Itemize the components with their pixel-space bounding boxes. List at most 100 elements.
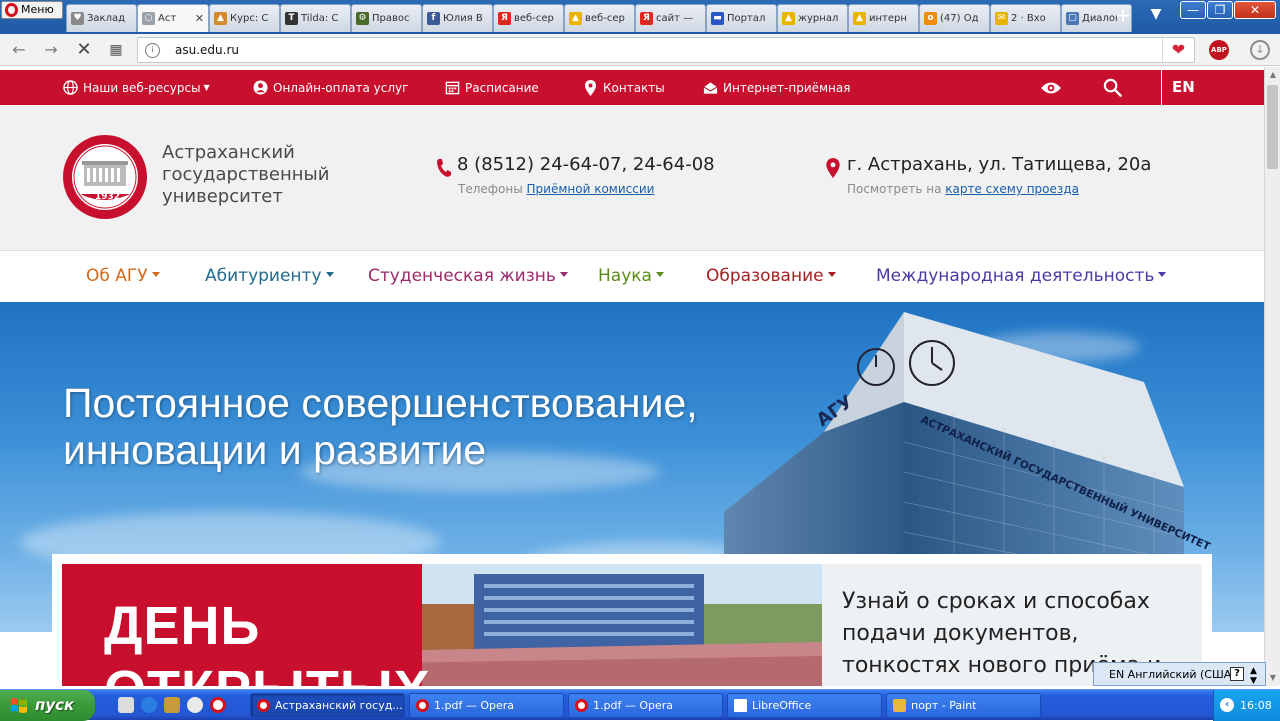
browser-tab-label: веб-сер — [514, 13, 554, 24]
scrollbar-thumb[interactable] — [1267, 85, 1278, 169]
browser-tab[interactable]: ⚙ Правос — [351, 4, 422, 32]
chevron-down-icon — [1158, 271, 1167, 277]
nav-education[interactable]: Образование — [706, 266, 836, 286]
tab-list-button[interactable]: ▼ — [1144, 6, 1168, 26]
nav-about[interactable]: Об АГУ — [86, 266, 160, 286]
address-field[interactable]: i asu.edu.ru ❤ — [137, 37, 1195, 63]
topbar-online-payment[interactable]: Онлайн-оплата услуг — [252, 70, 408, 105]
start-button[interactable]: пуск — [0, 690, 95, 721]
bookmark-heart-icon[interactable]: ❤ — [1162, 38, 1194, 62]
site-info-icon[interactable]: i — [145, 43, 160, 58]
browser-tab-label: Портал — [727, 13, 766, 24]
browser-tab-label: Курс: С — [230, 13, 269, 24]
nav-science-label: Наука — [598, 266, 652, 286]
browser-tab-label: Аст — [158, 13, 177, 24]
university-name-line1: Астраханский — [162, 142, 295, 163]
gear-icon: ⚙ — [356, 12, 369, 25]
browser-tab[interactable]: f Юлия В — [422, 4, 493, 32]
chevron-down-icon — [559, 271, 568, 277]
browser-tab[interactable]: Явеб-сер — [493, 4, 564, 32]
browser-tab[interactable]: ♥ Заклад — [66, 4, 137, 32]
browser-tab[interactable]: o (47) Од — [919, 4, 990, 32]
taskbar-item-paint[interactable]: порт - Paint — [886, 693, 1041, 718]
topbar-internet-reception-label: Интернет-приёмная — [723, 80, 851, 95]
nav-science[interactable]: Наука — [598, 266, 664, 286]
paint-icon — [893, 699, 906, 712]
topbar-internet-reception[interactable]: Интернет-приёмная — [702, 70, 850, 105]
language-switch-en[interactable]: EN — [1161, 70, 1264, 105]
restore-button[interactable]: ❐ — [1207, 1, 1233, 19]
stop-icon[interactable]: ✕ — [75, 41, 93, 59]
new-tab-button[interactable]: + — [1112, 5, 1134, 26]
eye-icon[interactable] — [1036, 70, 1066, 105]
university-name[interactable]: Астраханский государственный университет — [162, 142, 329, 208]
nav-international[interactable]: Международная деятельность — [876, 266, 1167, 286]
opera-icon — [416, 699, 429, 712]
browser-tab-label: Tilda: С — [301, 13, 339, 24]
browser-tab[interactable]: ▲ журнал — [777, 4, 848, 32]
show-desktop-icon[interactable] — [118, 697, 134, 713]
scroll-down-icon[interactable]: ▼ — [1267, 672, 1279, 684]
university-address: г. Астрахань, ул. Татищева, 20а — [847, 154, 1152, 175]
topbar-contacts[interactable]: Контакты — [582, 70, 665, 105]
open-day-red-block: ДЕНЬ ОТКРЫТЫХ — [62, 564, 430, 686]
topbar-schedule[interactable]: Расписание — [444, 70, 539, 105]
taskbar-item-libreoffice[interactable]: LibreOffice — [727, 693, 882, 718]
download-icon[interactable]: ↓ — [1250, 40, 1270, 60]
media-player-icon[interactable] — [187, 697, 203, 713]
taskbar-item-pdf-2[interactable]: 1.pdf — Opera — [568, 693, 723, 718]
browser-tab[interactable]: ✉ 2 · Вхо — [990, 4, 1061, 32]
envelope-icon — [702, 80, 718, 96]
browser-tab[interactable]: Ясайт — — [635, 4, 706, 32]
browser-tab-label: 2 · Вхо — [1011, 13, 1046, 24]
heart-icon: ♥ — [71, 12, 84, 25]
university-logo[interactable]: 1932 — [62, 134, 148, 220]
close-tab-icon[interactable]: ✕ — [195, 12, 204, 25]
system-clock[interactable]: 16:08 — [1240, 699, 1272, 712]
opera-icon — [575, 699, 588, 712]
topbar-online-payment-label: Онлайн-оплата услуг — [273, 80, 409, 95]
taskbar-item-pdf-1[interactable]: 1.pdf — Opera — [409, 693, 564, 718]
topbar-web-resources[interactable]: Наши веб-ресурсы ▼ — [62, 70, 210, 105]
messenger-icon[interactable] — [164, 697, 180, 713]
forward-icon[interactable]: → — [42, 41, 60, 59]
language-bar-options-icon[interactable]: ▲ ▼ — [1250, 666, 1257, 686]
topbar-contacts-label: Контакты — [603, 80, 665, 95]
browser-tab[interactable]: ▲ интерн — [848, 4, 919, 32]
browser-tab[interactable]: ▬ Портал — [706, 4, 777, 32]
help-icon[interactable]: ? — [1230, 667, 1244, 681]
browser-tab[interactable]: ▲ Курс: С — [209, 4, 280, 32]
user-icon — [252, 80, 268, 96]
hero-title: Постоянное совершенствование, инновации … — [63, 380, 698, 474]
promo-banner[interactable]: ДЕНЬ ОТКРЫТЫХ Узнай о сроках и способах … — [52, 554, 1212, 686]
internet-explorer-icon[interactable] — [141, 697, 157, 713]
scroll-up-icon[interactable]: ▲ — [1267, 69, 1279, 81]
opera-launch-icon[interactable] — [210, 697, 226, 713]
nav-student-life-label: Студенческая жизнь — [368, 266, 556, 286]
nav-student-life[interactable]: Студенческая жизнь — [368, 266, 568, 286]
browser-tab[interactable]: T Tilda: С — [280, 4, 351, 32]
tray-arrow-icon[interactable]: ‹ — [1220, 698, 1234, 712]
back-icon[interactable]: ← — [10, 41, 28, 59]
page-scrollbar[interactable]: ▲ ▼ — [1264, 67, 1280, 686]
nav-education-label: Образование — [706, 266, 824, 286]
address-text: asu.edu.ru — [175, 43, 239, 57]
speed-dial-icon[interactable]: ▦ — [107, 41, 125, 59]
taskbar-item-asu-site[interactable]: Астраханский госуд... — [250, 693, 405, 718]
browser-tab[interactable]: ▲ веб-сер — [564, 4, 635, 32]
browser-tab[interactable]: ○ Аст ✕ — [137, 4, 209, 32]
opera-menu-button[interactable]: Меню — [1, 1, 63, 19]
map-directions-link[interactable]: карте схему проезда — [945, 182, 1079, 196]
nav-applicants[interactable]: Абитуриенту — [205, 266, 334, 286]
minimize-button[interactable]: — — [1180, 1, 1206, 19]
language-switch-label: EN — [1172, 78, 1195, 96]
taskbar-item-label: Астраханский госуд... — [275, 699, 403, 712]
address-caption: Посмотреть на карте схему проезда — [847, 182, 1079, 196]
search-icon[interactable] — [1097, 70, 1127, 105]
open-day-headline: ДЕНЬ ОТКРЫТЫХ — [104, 594, 431, 686]
admissions-office-link[interactable]: Приёмной комиссии — [527, 182, 655, 196]
adblock-plus-icon[interactable]: ABP — [1209, 40, 1229, 60]
browser-tab-label: Юлия В — [443, 13, 483, 24]
language-bar[interactable]: EN Английский (США) ? ▲ ▼ — [1093, 662, 1266, 686]
close-window-button[interactable]: ✕ — [1234, 1, 1276, 19]
